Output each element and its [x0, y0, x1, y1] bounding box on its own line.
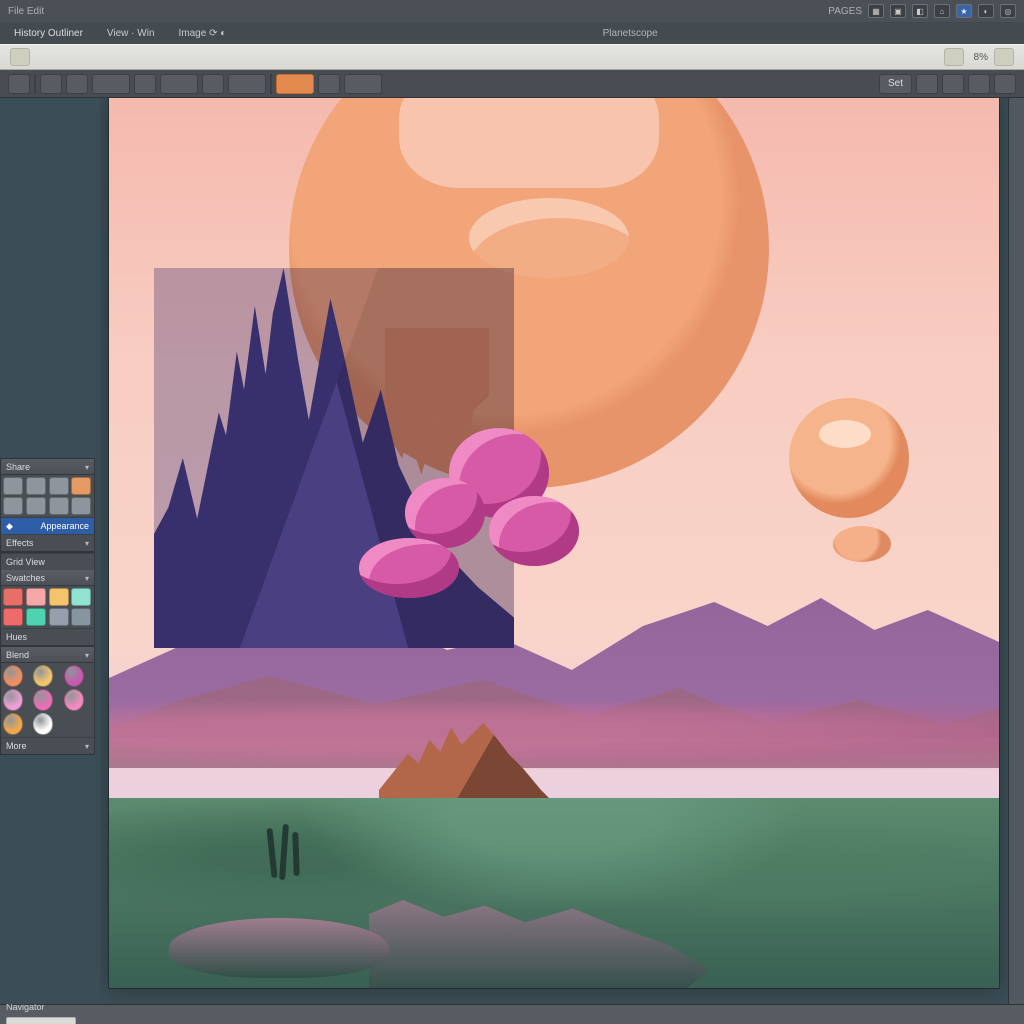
- tool-eraser-2-icon[interactable]: [3, 497, 23, 515]
- chevron-down-icon[interactable]: [85, 573, 89, 583]
- swatch-0[interactable]: [3, 588, 23, 606]
- panel-blend: Blend More: [0, 646, 95, 755]
- orb-4[interactable]: [33, 689, 53, 711]
- orb-6[interactable]: [3, 713, 23, 735]
- tool-move-icon[interactable]: [3, 477, 23, 495]
- opt-snap-icon[interactable]: [942, 74, 964, 94]
- orb-7[interactable]: [33, 713, 53, 735]
- panel-more-row[interactable]: More: [1, 737, 94, 754]
- titlebar-btn-3[interactable]: ◧: [912, 4, 928, 18]
- orb-2[interactable]: [64, 665, 84, 687]
- panel-dock: Share ◆Appearance Effects Grid View Swat…: [0, 458, 95, 755]
- opt-layer-icon[interactable]: [344, 74, 382, 94]
- panel-blend-header[interactable]: Blend: [1, 647, 94, 663]
- panel-swatches-header[interactable]: Swatches: [1, 570, 94, 586]
- pages-label: PAGES: [828, 6, 862, 17]
- titlebar: File Edit PAGES ▦ ▣ ◧ ⌂ ★ ◐ ◎: [0, 0, 1024, 22]
- orb-3[interactable]: [3, 689, 23, 711]
- art-planet-tiny: [833, 526, 891, 562]
- opt-shape-icon[interactable]: [228, 74, 266, 94]
- art-pond-2: [169, 918, 389, 978]
- swatch-7[interactable]: [71, 608, 91, 626]
- opt-grid-icon[interactable]: [968, 74, 990, 94]
- opt-render-icon[interactable]: [994, 74, 1016, 94]
- art-haze: [109, 698, 999, 768]
- panel-share: Share ◆Appearance Effects: [0, 458, 95, 552]
- opt-cursor-icon[interactable]: [8, 74, 30, 94]
- swatch-grid: [1, 586, 94, 628]
- tool-gear-icon[interactable]: [994, 48, 1014, 66]
- menu-image[interactable]: Image ⟳ ◐: [173, 26, 233, 41]
- panel-grid: Grid View Swatches Hues: [0, 552, 95, 646]
- right-scroll-sliver[interactable]: [1008, 98, 1024, 1004]
- orb-grid: [1, 663, 94, 737]
- art-pink-cloud-4: [359, 538, 459, 598]
- canvas-viewport[interactable]: [100, 98, 1008, 1004]
- chevron-down-icon[interactable]: [85, 741, 89, 751]
- swatch-5[interactable]: [26, 608, 46, 626]
- statusbar: Navigator: [0, 1004, 1024, 1024]
- menu-view-a[interactable]: View · Win: [101, 26, 161, 41]
- tool-hand-2-icon[interactable]: [71, 497, 91, 515]
- tool-gradient-icon[interactable]: [26, 497, 46, 515]
- swatch-6[interactable]: [49, 608, 69, 626]
- opt-eraser-icon[interactable]: [160, 74, 198, 94]
- orb-1[interactable]: [33, 665, 53, 687]
- tool-brush-active-icon[interactable]: [71, 477, 91, 495]
- panel-share-header[interactable]: Share: [1, 459, 94, 475]
- opt-stroke-icon[interactable]: [318, 74, 340, 94]
- menu-mode[interactable]: History Outliner: [8, 26, 89, 41]
- swatch-3[interactable]: [71, 588, 91, 606]
- swatch-4[interactable]: [3, 608, 23, 626]
- panel-appearance-row[interactable]: ◆Appearance: [1, 517, 94, 534]
- tool-wand-icon[interactable]: [49, 477, 69, 495]
- workspace: Share ◆Appearance Effects Grid View Swat…: [0, 98, 1024, 1004]
- chevron-down-icon[interactable]: [85, 538, 89, 548]
- menubar: History Outliner View · Win Image ⟳ ◐ Pl…: [0, 22, 1024, 44]
- panel-hues-row[interactable]: Hues: [1, 628, 94, 645]
- home-icon[interactable]: [10, 48, 30, 66]
- opt-fill-icon[interactable]: [202, 74, 224, 94]
- tool-text-icon[interactable]: [49, 497, 69, 515]
- opt-sep-2: [270, 74, 272, 94]
- titlebar-btn-4[interactable]: ⌂: [934, 4, 950, 18]
- panel-grid-header[interactable]: Grid View: [1, 553, 94, 570]
- opt-color-active[interactable]: [276, 74, 314, 94]
- titlebar-btn-new[interactable]: ★: [956, 4, 972, 18]
- chevron-down-icon[interactable]: [85, 650, 89, 660]
- opt-zoom-icon[interactable]: [66, 74, 88, 94]
- status-nav-input[interactable]: [6, 1017, 76, 1024]
- toolbar-zoom-label: 8%: [974, 52, 988, 63]
- opt-history-icon[interactable]: [92, 74, 130, 94]
- panel-effects-row[interactable]: Effects: [1, 534, 94, 551]
- titlebar-btn-help[interactable]: ◎: [1000, 4, 1016, 18]
- opt-sep-1: [34, 74, 36, 94]
- tool-lasso-icon[interactable]: [26, 477, 46, 495]
- titlebar-btn-globe[interactable]: ◐: [978, 4, 994, 18]
- swatch-1[interactable]: [26, 588, 46, 606]
- toolbar: 8%: [0, 44, 1024, 70]
- canvas-artwork[interactable]: [109, 98, 999, 988]
- opt-submit[interactable]: Set: [879, 74, 912, 94]
- chevron-down-icon[interactable]: [85, 462, 89, 472]
- document-title: Planetscope: [603, 28, 658, 39]
- titlebar-title: File Edit: [8, 6, 828, 17]
- titlebar-btn-2[interactable]: ▣: [890, 4, 906, 18]
- titlebar-btn-1[interactable]: ▦: [868, 4, 884, 18]
- orb-5[interactable]: [64, 689, 84, 711]
- opt-brush-icon[interactable]: [134, 74, 156, 94]
- orb-0[interactable]: [3, 665, 23, 687]
- swatch-2[interactable]: [49, 588, 69, 606]
- opt-settings-icon[interactable]: [916, 74, 938, 94]
- art-planet-small: [789, 398, 909, 518]
- opt-hand-icon[interactable]: [40, 74, 62, 94]
- art-pink-cloud-3: [489, 496, 579, 566]
- tool-search-icon[interactable]: [944, 48, 964, 66]
- options-bar: Set: [0, 70, 1024, 98]
